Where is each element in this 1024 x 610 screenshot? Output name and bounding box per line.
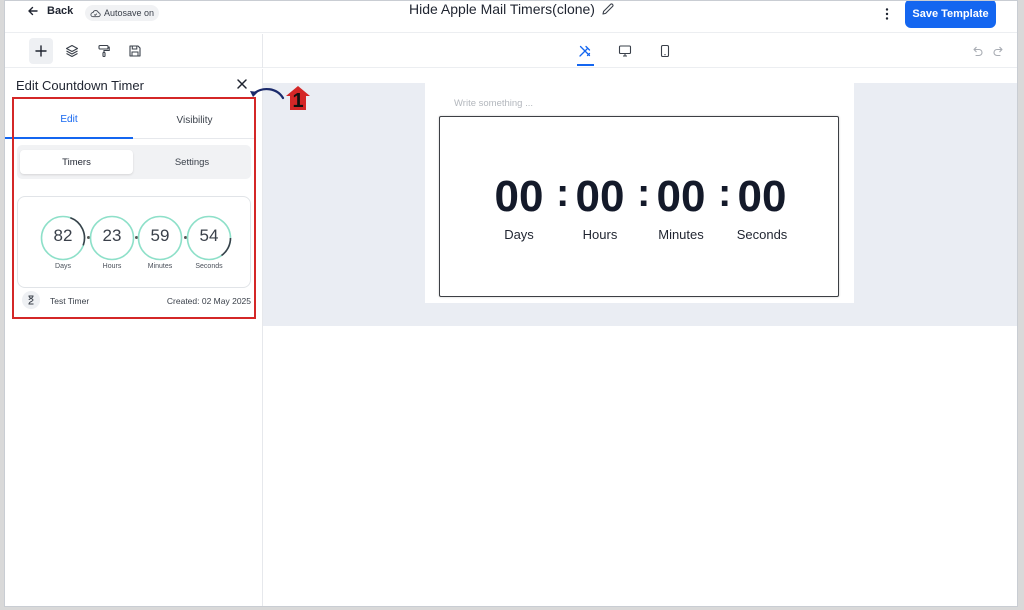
countdown-value-days: 00 [494, 172, 544, 221]
countdown-value-hours: 00 [575, 172, 625, 221]
countdown-unit-hours: 00 Hours [565, 172, 635, 243]
mobile-icon [660, 44, 670, 58]
layers-icon [65, 44, 79, 58]
document-title-text: Hide Apple Mail Timers(clone) [409, 1, 595, 17]
autosave-label: Autosave on [104, 8, 155, 18]
countdown-label-minutes: Minutes [658, 227, 704, 242]
design-mode-button[interactable] [573, 38, 597, 64]
countdown-unit-days: 00 Days [484, 172, 554, 243]
annotation-highlight-box [12, 97, 256, 319]
mobile-preview-button[interactable] [653, 38, 677, 64]
paint-roller-icon [98, 44, 110, 58]
save-button[interactable] [123, 38, 147, 64]
app-window: Back Autosave on Hide Apple Mail Timers(… [4, 0, 1018, 607]
editor-toolbar [5, 34, 1017, 68]
countdown-label-days: Days [504, 227, 534, 242]
annotation-badge: 1 [284, 85, 312, 112]
countdown-unit-seconds: 00 Seconds [727, 172, 797, 243]
more-options-icon[interactable] [881, 6, 893, 22]
cloud-check-icon [90, 9, 101, 17]
top-bar: Back Autosave on Hide Apple Mail Timers(… [5, 1, 1017, 33]
save-template-button[interactable]: Save Template [905, 1, 996, 28]
pencil-icon[interactable] [601, 2, 615, 16]
save-icon [129, 45, 141, 57]
countdown-unit-minutes: 00 Minutes [646, 172, 716, 243]
countdown-timer-block[interactable]: 00 Days : 00 Hours : 00 Minutes : 00 Sec… [439, 116, 839, 297]
layers-button[interactable] [60, 38, 84, 64]
styles-button[interactable] [92, 38, 116, 64]
countdown-label-seconds: Seconds [736, 227, 788, 242]
redo-button[interactable] [987, 38, 1011, 64]
add-icon [35, 45, 47, 57]
desktop-icon [618, 45, 632, 57]
back-button[interactable]: Back [27, 5, 73, 17]
undo-icon [973, 46, 983, 57]
autosave-badge: Autosave on [85, 5, 160, 21]
arrow-left-icon [28, 6, 38, 16]
annotation-arrow-icon [250, 88, 285, 100]
text-placeholder[interactable]: Write something ... [454, 98, 533, 109]
back-label: Back [47, 5, 74, 17]
desktop-preview-button[interactable] [613, 38, 637, 64]
document-title[interactable]: Hide Apple Mail Timers(clone) [409, 1, 615, 17]
countdown-value-seconds: 00 [737, 172, 787, 221]
active-device-indicator [577, 64, 594, 66]
edit-countdown-panel: Edit Countdown Timer Edit Visibility Tim… [5, 69, 263, 606]
add-block-button[interactable] [29, 38, 53, 64]
annotation-number: 1 [292, 90, 304, 112]
panel-title: Edit Countdown Timer [16, 78, 144, 93]
redo-icon [993, 46, 1003, 57]
countdown-value-minutes: 00 [656, 172, 706, 221]
countdown-label-hours: Hours [582, 227, 618, 242]
undo-button[interactable] [965, 38, 989, 64]
design-tools-icon [579, 45, 591, 57]
toolbar-divider [262, 34, 263, 68]
